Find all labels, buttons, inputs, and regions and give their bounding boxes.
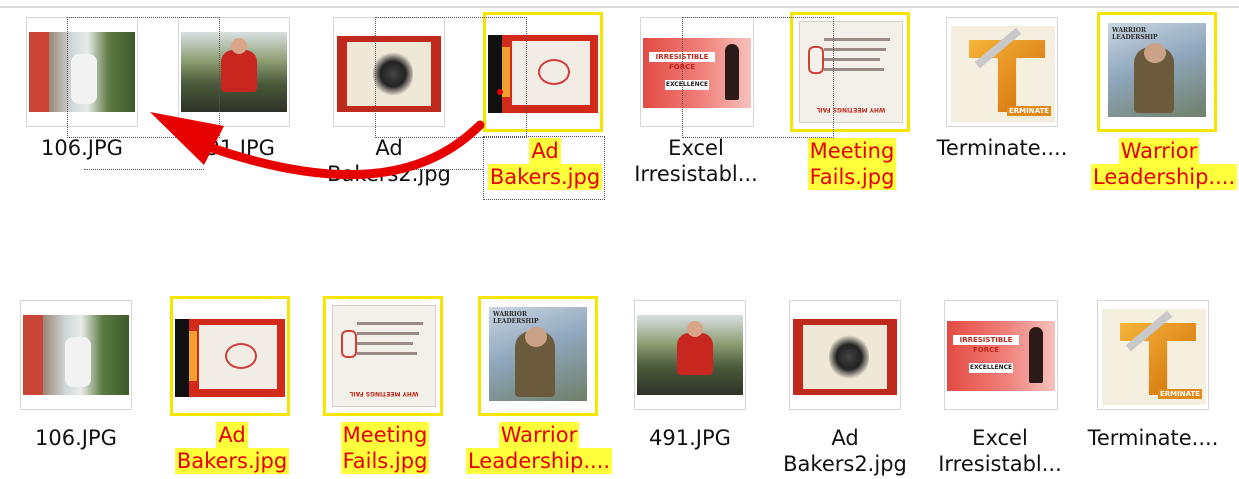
slide-thumbnail-icon: IRRESISTIBLE FORCE EXCELLENCE: [944, 300, 1058, 410]
poster-thumbnail-icon: WARRIOR LEADERSHIP: [478, 296, 598, 416]
thumbnail-footer-text: WHY MEETINGS FAIL: [349, 390, 419, 397]
file-name-label: Terminate....: [1087, 426, 1219, 450]
file-name-label: Ad Bakers.jpg: [174, 422, 290, 474]
poster-thumbnail-icon: [789, 300, 901, 410]
file-name-label: Excel Irresistabl...: [938, 426, 1062, 476]
thumbnail-header-text: WARRIOR LEADERSHIP: [493, 311, 539, 325]
photo-thumbnail-icon: [20, 300, 132, 410]
arrow-head: [150, 112, 224, 165]
thumbnail-sub-text: EXCELLENCE: [969, 363, 1013, 373]
slide-thumbnail-icon: WHY MEETINGS FAIL: [323, 296, 443, 416]
file-name-label: Ad Bakers2.jpg: [783, 426, 907, 476]
file-name-label: Meeting Fails.jpg: [340, 422, 430, 474]
file-name-label: Warrior Leadership....: [465, 422, 613, 474]
arrow-origin: [497, 89, 503, 95]
thumbnail-tag-text: ERMINATE: [1158, 389, 1202, 399]
arrow-shaft: [207, 120, 485, 180]
thumbnail-banner-text: IRRESISTIBLE FORCE: [953, 335, 1019, 354]
photo-thumbnail-icon: [634, 300, 746, 410]
graphic-thumbnail-icon: ERMINATE: [1097, 300, 1209, 410]
file-name-label: 106.JPG: [35, 426, 117, 450]
file-name-label: 491.JPG: [649, 426, 731, 450]
poster-thumbnail-icon: [170, 296, 290, 416]
